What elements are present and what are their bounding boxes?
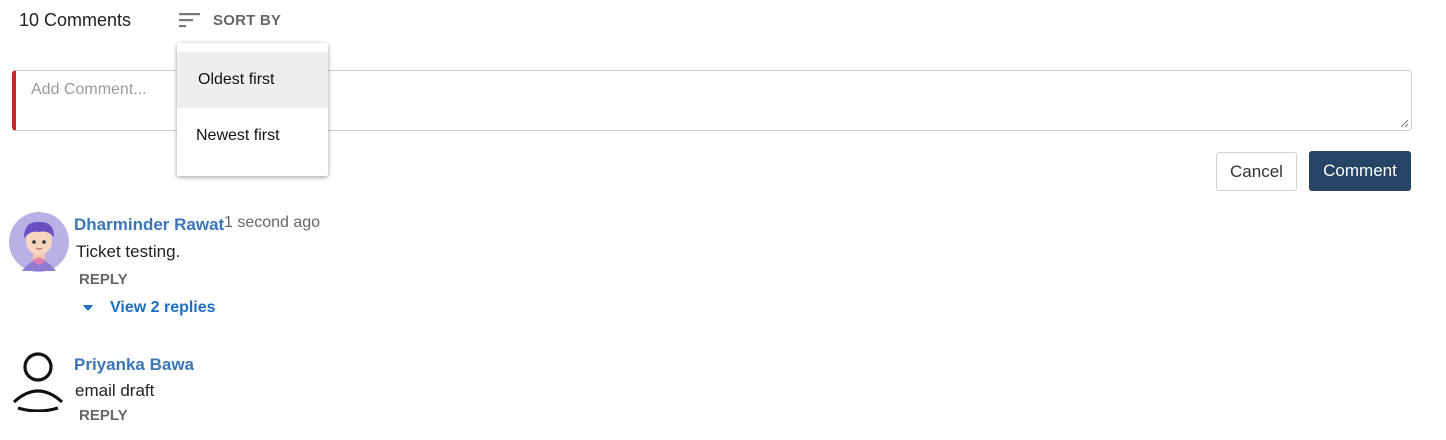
caret-down-icon <box>83 305 93 311</box>
comment-timestamp: 1 second ago <box>224 214 321 231</box>
sort-option-newest-first[interactable]: Newest first <box>177 108 328 164</box>
cancel-button[interactable]: Cancel <box>1216 152 1297 191</box>
resize-grip-icon[interactable] <box>1399 118 1409 128</box>
sort-lines-icon <box>179 13 200 28</box>
sort-by-label: SORT BY <box>213 11 282 29</box>
sort-menu: Oldest first Newest first <box>177 43 328 176</box>
view-replies-button[interactable]: View 2 replies <box>82 299 216 317</box>
comment-author[interactable]: Dharminder Rawat <box>74 215 224 235</box>
comment-author[interactable]: Priyanka Bawa <box>74 355 194 375</box>
comment-text: email draft <box>75 381 155 400</box>
sort-by-button[interactable]: SORT BY <box>176 8 281 32</box>
cartoon-boy-avatar[interactable] <box>8 211 70 273</box>
default-person-icon[interactable] <box>10 350 66 412</box>
comments-count: 10 Comments <box>19 10 132 30</box>
sort-option-oldest-first[interactable]: Oldest first <box>177 52 328 108</box>
submit-comment-button[interactable]: Comment <box>1309 151 1411 191</box>
comment-text: Ticket testing. <box>76 242 181 261</box>
reply-button[interactable]: REPLY <box>79 407 128 424</box>
view-replies-label: View 2 replies <box>110 299 216 316</box>
reply-button[interactable]: REPLY <box>79 271 128 288</box>
